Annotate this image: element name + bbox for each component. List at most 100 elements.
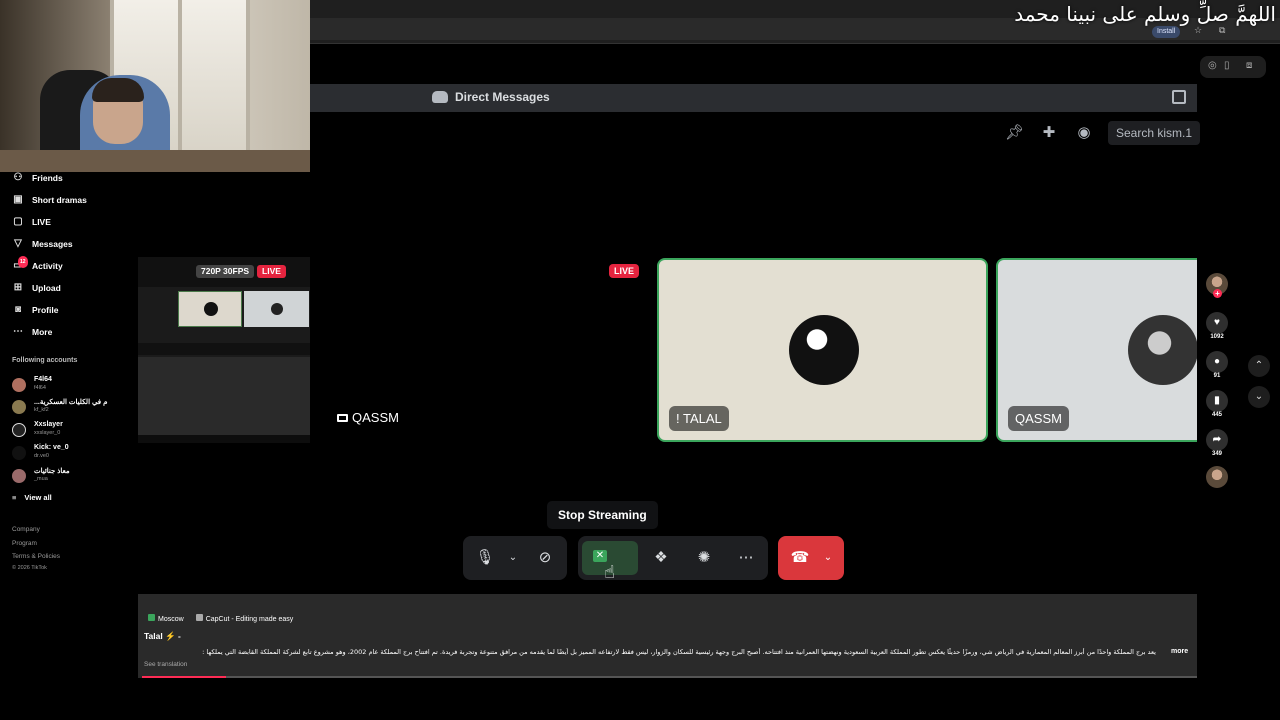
see-translation-link[interactable]: See translation: [144, 661, 187, 668]
sidebar-item-live[interactable]: ▢ LIVE: [12, 216, 51, 228]
following-heading: Following accounts: [12, 357, 78, 364]
sidebar-item-more[interactable]: ⋯ More: [12, 326, 52, 338]
overlay-title: اللهمَّ صلِّ وسلم على نبينا محمد: [1014, 2, 1276, 26]
sidebar-item-short-dramas[interactable]: ▣ Short dramas: [12, 194, 87, 206]
sound-avatar[interactable]: [1206, 466, 1228, 488]
share-button[interactable]: ➦ 349: [1206, 429, 1228, 457]
footer-company[interactable]: Company: [12, 526, 40, 533]
install-button[interactable]: Install: [1152, 26, 1181, 38]
save-button[interactable]: ▮ 445: [1206, 390, 1228, 418]
sidebar-item-friends[interactable]: ⚇ Friends: [12, 172, 63, 184]
participant-tile[interactable]: QASSM: [996, 258, 1197, 442]
search-input[interactable]: Search kism.1: [1108, 121, 1200, 145]
soundboard-icon[interactable]: ✺: [692, 546, 716, 570]
stream-preview[interactable]: 720P 30FPS LIVE: [138, 257, 310, 443]
account-handle: dr.ve0: [34, 453, 49, 459]
hang-up-button[interactable]: ☎︎ ⌄: [778, 536, 844, 580]
video-progress-bar[interactable]: [142, 676, 1197, 678]
following-account[interactable]: معاذ جنائيات _mua: [12, 467, 132, 485]
heart-icon: ♥: [1206, 312, 1228, 334]
post-tags: Moscow CapCut - Editing made easy: [148, 614, 293, 623]
pin-icon[interactable]: 📌︎: [1005, 124, 1024, 142]
post-author[interactable]: Talal ⚡ -: [144, 631, 181, 642]
account-name: معاذ جنائيات: [34, 468, 70, 475]
bookmark-icon: ▮: [1206, 390, 1228, 412]
sidebar-item-activity[interactable]: ▭12 Activity: [12, 256, 63, 272]
sidebar-item-label: Messages: [32, 239, 73, 249]
comment-button[interactable]: ● 91: [1206, 351, 1228, 379]
microphone-icon[interactable]: 🎙︎: [473, 546, 497, 570]
view-all-link[interactable]: ≡ View all: [12, 493, 52, 502]
inbox-icon[interactable]: [1172, 90, 1186, 104]
sidebar-item-label: Activity: [32, 261, 63, 271]
music-disc-icon: [1206, 466, 1228, 488]
chevron-down-icon[interactable]: ⌄: [1248, 386, 1270, 408]
footer-terms[interactable]: Terms & Policies: [12, 553, 60, 560]
following-account[interactable]: ...م في الكليات العسكرية kf_kf2: [12, 398, 132, 416]
sidebar-item-label: LIVE: [32, 217, 51, 227]
discord-header: Direct Messages: [310, 84, 1197, 112]
post-caption: يعد برج المملكة واحدًا من أبرز المعالم ا…: [202, 648, 1156, 656]
save-count: 445: [1211, 412, 1222, 418]
messages-icon: ▽: [14, 238, 22, 249]
hang-up-icon: ☎︎: [790, 549, 810, 566]
chevron-up-icon[interactable]: ⌃: [1248, 355, 1270, 377]
more-link[interactable]: more: [1171, 648, 1188, 655]
extensions-icon[interactable]: ⧉: [1219, 25, 1225, 36]
browser-side-controls: ◎ ▯ ⧈: [1200, 56, 1266, 78]
capcut-label: CapCut - Editing made easy: [205, 616, 294, 623]
live-icon: ▢: [13, 216, 23, 227]
capcut-tag[interactable]: CapCut - Editing made easy: [195, 614, 294, 623]
sidebar-item-profile[interactable]: ◙ Profile: [12, 304, 58, 316]
account-name: F4l64: [34, 376, 52, 383]
screen-share-label: QASSM: [337, 410, 399, 425]
header-title: Direct Messages: [455, 90, 550, 104]
live-badge: LIVE: [609, 264, 640, 278]
user-profile-icon[interactable]: ◉: [1075, 124, 1093, 142]
chevron-down-icon[interactable]: ⌄: [816, 546, 840, 570]
more-icon: ⋯: [13, 326, 23, 337]
following-account[interactable]: Kick: ve_0 dr.ve0: [12, 444, 132, 462]
video-progress-fill: [142, 676, 227, 678]
like-button[interactable]: ♥ 1092: [1206, 312, 1228, 340]
location-tag[interactable]: Moscow: [148, 614, 184, 623]
avatar: [12, 446, 26, 460]
add-friend-icon[interactable]: ✚: [1040, 124, 1058, 142]
profile-icon: ◙: [14, 304, 22, 315]
settings-icon[interactable]: ◎: [1208, 60, 1217, 71]
stream-quality-badges: 720P 30FPS LIVE: [196, 265, 286, 278]
phone-icon[interactable]: ▯: [1224, 60, 1230, 71]
account-handle: xxslayer_0: [34, 430, 61, 436]
activities-icon[interactable]: ❖: [649, 546, 673, 570]
mouse-cursor: ☝︎: [604, 562, 615, 582]
sidebar-item-label: Short dramas: [32, 195, 87, 205]
app-icon[interactable]: ⧈: [1246, 60, 1252, 71]
discord-icon: [432, 91, 448, 103]
chevron-down-icon[interactable]: ⌄: [501, 546, 525, 570]
sidebar-item-messages[interactable]: ▽ Messages: [12, 238, 73, 250]
account-handle: _mua: [34, 476, 48, 482]
more-icon[interactable]: ⋯: [734, 546, 758, 570]
following-account[interactable]: Xxslayer xxslayer_0: [12, 421, 132, 439]
post-description: Moscow CapCut - Editing made easy Talal …: [138, 594, 1197, 678]
monitor-icon: [337, 413, 348, 422]
following-account[interactable]: F4l64 f4l64: [12, 376, 132, 394]
activity-badge: 12: [18, 256, 28, 268]
account-handle: kf_kf2: [34, 407, 49, 413]
camera-off-icon[interactable]: ⊘: [533, 546, 557, 570]
capcut-icon: [195, 614, 203, 621]
quality-badge: 720P 30FPS: [196, 265, 255, 278]
star-icon[interactable]: ☆: [1194, 25, 1202, 36]
stop-streaming-tooltip: Stop Streaming: [547, 501, 658, 529]
avatar: [12, 400, 26, 414]
audio-video-controls: 🎙︎ ⌄ ⊘: [463, 536, 567, 580]
screen-share-icon: ✕: [593, 550, 607, 562]
creator-avatar[interactable]: +: [1206, 273, 1228, 298]
sidebar-item-upload[interactable]: ⊞ Upload: [12, 282, 61, 294]
participant-tile[interactable]: ! TALAL: [657, 258, 988, 442]
follow-plus-icon[interactable]: +: [1213, 289, 1222, 298]
participant-name: QASSM: [1008, 406, 1069, 431]
footer-program[interactable]: Program: [12, 540, 37, 547]
share-count: 349: [1211, 451, 1222, 457]
preview-live-badge: LIVE: [257, 265, 286, 278]
